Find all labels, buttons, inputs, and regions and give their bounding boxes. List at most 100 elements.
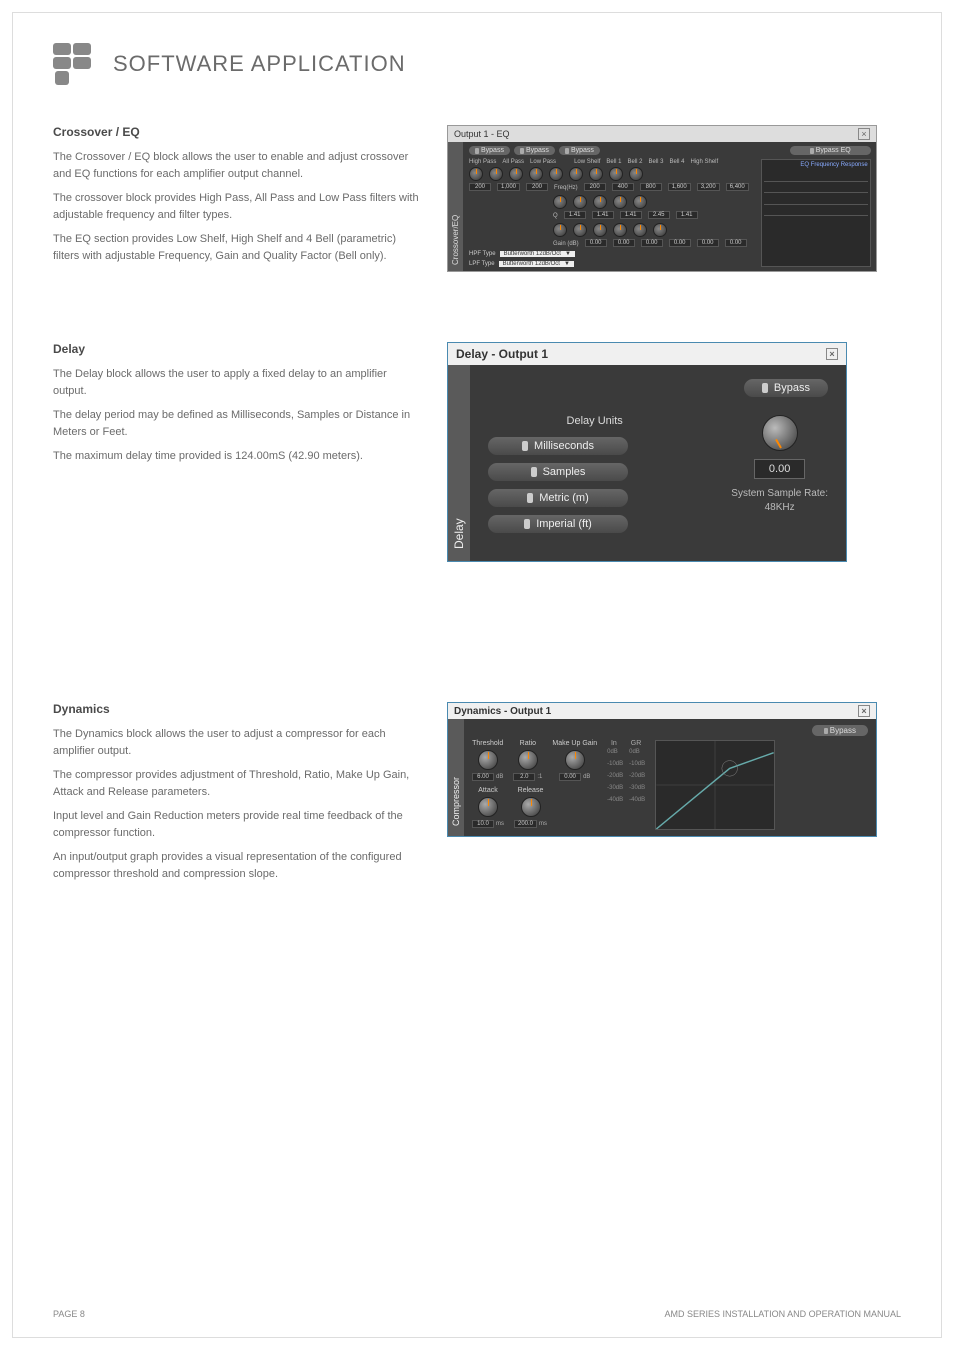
freq-knob[interactable] <box>589 167 603 181</box>
col-label: High Pass <box>469 159 496 165</box>
q-knob[interactable] <box>633 195 647 209</box>
freq-knob[interactable] <box>469 167 483 181</box>
attack-value[interactable]: 10.0 <box>472 820 494 828</box>
dynamics-para3: Input level and Gain Reduction meters pr… <box>53 808 423 841</box>
freq-knob[interactable] <box>489 167 503 181</box>
delay-bypass-button[interactable]: Bypass <box>744 379 828 397</box>
freq-knob[interactable] <box>509 167 523 181</box>
meter-tick: 0dB <box>607 749 623 755</box>
col-label: High Shelf <box>690 159 718 165</box>
gain-knob[interactable] <box>653 223 667 237</box>
gain-knob[interactable] <box>573 223 587 237</box>
header: SOFTWARE APPLICATION <box>53 43 901 85</box>
close-icon[interactable]: × <box>858 128 870 140</box>
freq-knob[interactable] <box>609 167 623 181</box>
freq-value[interactable]: 800 <box>640 183 662 191</box>
meter-tick: -40dB <box>607 797 623 803</box>
dynamics-bypass-button[interactable]: Bypass <box>812 725 868 736</box>
gain-knob[interactable] <box>633 223 647 237</box>
bypass-lp-button[interactable]: Bypass <box>559 146 600 155</box>
crossover-tab[interactable]: Crossover/EQ <box>448 142 463 271</box>
gain-value[interactable]: 0.00 <box>641 239 663 247</box>
bypass-ap-button[interactable]: Bypass <box>514 146 555 155</box>
gain-value[interactable]: 0.00 <box>613 239 635 247</box>
dynamics-para2: The compressor provides adjustment of Th… <box>53 767 423 800</box>
q-knob[interactable] <box>553 195 567 209</box>
bypass-hp-button[interactable]: Bypass <box>469 146 510 155</box>
delay-panel: Delay - Output 1 × Delay Bypass Delay Un… <box>447 342 847 562</box>
meters: In GR 0dB-10dB-20dB-30dB-40dB 0dB-10dB-2… <box>607 740 645 830</box>
freq-value[interactable]: 200 <box>584 183 606 191</box>
threshold-knob[interactable] <box>478 750 498 770</box>
unit-samples-button[interactable]: Samples <box>488 463 628 481</box>
makeup-value[interactable]: 0.00 <box>559 773 581 781</box>
q-value[interactable]: 2.45 <box>648 211 670 219</box>
ratio-knob[interactable] <box>518 750 538 770</box>
release-label: Release <box>518 787 544 794</box>
freq-value[interactable]: 200 <box>469 183 491 191</box>
graph-curve <box>656 741 774 829</box>
gain-value[interactable]: 0.00 <box>669 239 691 247</box>
q-knob[interactable] <box>613 195 627 209</box>
freq-value[interactable]: 1,000 <box>497 183 520 191</box>
unit-ms-button[interactable]: Milliseconds <box>488 437 628 455</box>
crossover-para1: The Crossover / EQ block allows the user… <box>53 149 423 182</box>
release-value[interactable]: 200.0 <box>514 820 537 828</box>
dynamics-panel-title: Dynamics - Output 1 <box>454 706 551 717</box>
q-value[interactable]: 1.41 <box>620 211 642 219</box>
col-label: All Pass <box>502 159 524 165</box>
dynamics-section: Dynamics The Dynamics block allows the u… <box>53 702 901 890</box>
hpf-type-dropdown[interactable]: Butterworth 12dB/Oct▼ <box>500 251 575 257</box>
q-value[interactable]: 1.41 <box>592 211 614 219</box>
gain-value[interactable]: 0.00 <box>585 239 607 247</box>
makeup-knob[interactable] <box>565 750 585 770</box>
q-knob[interactable] <box>573 195 587 209</box>
gain-value[interactable]: 0.00 <box>725 239 747 247</box>
freq-knob[interactable] <box>549 167 563 181</box>
crossover-para3: The EQ section provides Low Shelf, High … <box>53 231 423 264</box>
release-knob[interactable] <box>521 797 541 817</box>
gain-knob[interactable] <box>613 223 627 237</box>
col-label: Low Pass <box>530 159 556 165</box>
col-label: Bell 3 <box>648 159 663 165</box>
delay-knob[interactable] <box>762 415 798 451</box>
unit-metric-button[interactable]: Metric (m) <box>488 489 628 507</box>
freq-knob[interactable] <box>569 167 583 181</box>
freq-knob[interactable] <box>529 167 543 181</box>
threshold-value[interactable]: 6.00 <box>472 773 494 781</box>
delay-value[interactable]: 0.00 <box>754 459 805 479</box>
freq-value[interactable]: 6,400 <box>726 183 749 191</box>
crossover-panel-title-bar: Output 1 - EQ × <box>448 126 876 142</box>
delay-panel-title-bar: Delay - Output 1 × <box>448 343 846 365</box>
compressor-tab[interactable]: Compressor <box>448 719 464 836</box>
lpf-type-dropdown[interactable]: Butterworth 12dB/Oct▼ <box>499 261 574 267</box>
unit-imperial-button[interactable]: Imperial (ft) <box>488 515 628 533</box>
gain-value[interactable]: 0.00 <box>697 239 719 247</box>
page-number: PAGE 8 <box>53 1309 85 1319</box>
freq-row-label: Freq(Hz) <box>554 185 578 191</box>
bypass-eq-button[interactable]: Bypass EQ <box>790 146 871 155</box>
ratio-value[interactable]: 2.0 <box>513 773 535 781</box>
close-icon[interactable]: × <box>826 348 838 360</box>
col-label: Bell 2 <box>627 159 642 165</box>
close-icon[interactable]: × <box>858 705 870 717</box>
delay-tab[interactable]: Delay <box>448 365 470 561</box>
crossover-section: Crossover / EQ The Crossover / EQ block … <box>53 125 901 272</box>
freq-knob[interactable] <box>629 167 643 181</box>
q-value[interactable]: 1.41 <box>676 211 698 219</box>
gain-knob[interactable] <box>593 223 607 237</box>
q-knob[interactable] <box>593 195 607 209</box>
dynamics-para1: The Dynamics block allows the user to ad… <box>53 726 423 759</box>
freq-value[interactable]: 1,600 <box>668 183 691 191</box>
freq-value[interactable]: 200 <box>526 183 548 191</box>
crossover-heading: Crossover / EQ <box>53 125 423 139</box>
freq-value[interactable]: 3,200 <box>697 183 720 191</box>
freq-response-graph <box>764 170 868 226</box>
crossover-para2: The crossover block provides High Pass, … <box>53 190 423 223</box>
attack-knob[interactable] <box>478 797 498 817</box>
freq-value[interactable]: 400 <box>612 183 634 191</box>
gain-knob[interactable] <box>553 223 567 237</box>
dynamics-panel: Dynamics - Output 1 × Compressor Bypass <box>447 702 877 837</box>
q-value[interactable]: 1.41 <box>564 211 586 219</box>
page-title: SOFTWARE APPLICATION <box>113 51 406 77</box>
